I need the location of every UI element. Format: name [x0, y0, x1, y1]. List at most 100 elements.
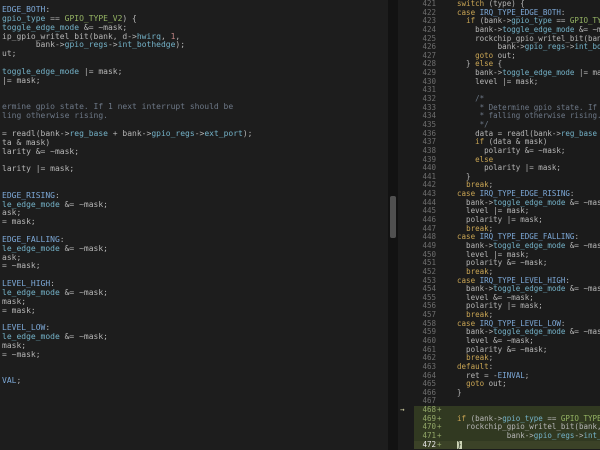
code-token: else	[475, 60, 493, 68]
gutter-spacer	[436, 259, 444, 268]
code-line[interactable]: ermine gpio state. If 1 next interrupt s…	[0, 103, 388, 112]
code-line[interactable]: mask;	[0, 298, 388, 307]
code-line[interactable]: le_edge_mode &= ~mask;	[0, 289, 388, 298]
gutter-spacer	[436, 389, 444, 398]
code-text: break;	[444, 354, 600, 363]
code-text: case IRQ_TYPE_LEVEL_HIGH:	[444, 277, 600, 286]
code-token	[448, 181, 466, 189]
code-line[interactable]	[0, 121, 388, 130]
code-line[interactable]: ling otherwise rising.	[0, 112, 388, 121]
code-token: int_bothedge	[583, 432, 600, 440]
code-token: level |= mask;	[448, 251, 529, 259]
code-line-body: 462 break;	[414, 354, 600, 363]
code-line[interactable]	[0, 395, 388, 404]
code-line[interactable]	[0, 386, 388, 395]
code-line[interactable]: LEVEL_HIGH:	[0, 280, 388, 289]
row-marker	[398, 147, 414, 156]
code-line-body: 437 if (data & mask)	[414, 138, 600, 147]
code-line[interactable]: larity &= ~mask;	[0, 148, 388, 157]
code-line-body: 444 bank->toggle_edge_mode &= ~mask;	[414, 199, 600, 208]
code-text: /*	[444, 95, 600, 104]
code-line[interactable]	[0, 94, 388, 103]
code-line[interactable]: |= mask;	[0, 77, 388, 86]
code-token: }	[448, 173, 471, 181]
code-token: IRQ_TYPE_EDGE_BOTH	[480, 9, 561, 17]
code-line[interactable]: EDGE_BOTH:	[0, 6, 388, 15]
code-line[interactable]: ip_gpio_writel_bit(bank, d->hwirq, 1,	[0, 33, 388, 42]
code-line[interactable]: = mask;	[0, 307, 388, 316]
code-line[interactable]: larity |= mask;	[0, 165, 388, 174]
code-token: );	[243, 130, 253, 138]
gutter-spacer	[436, 78, 444, 87]
code-line[interactable]	[0, 227, 388, 236]
row-marker	[398, 43, 414, 52]
code-text: goto out;	[444, 380, 600, 389]
gutter-spacer	[436, 173, 444, 182]
code-text	[444, 86, 600, 95]
code-line[interactable]: le_edge_mode &= ~mask;	[0, 201, 388, 210]
code-line[interactable]: le_edge_mode &= ~mask;	[0, 333, 388, 342]
code-token: level |= mask;	[448, 78, 538, 86]
code-token: */	[448, 121, 489, 129]
code-line-body: 432 /*	[414, 95, 600, 104]
code-line[interactable]	[0, 156, 388, 165]
row-marker	[398, 363, 414, 372]
code-line[interactable]	[0, 404, 388, 413]
code-token: ret = -	[448, 372, 498, 380]
code-token	[448, 52, 475, 60]
code-text: break;	[444, 225, 600, 234]
code-token: &= ~mask;	[565, 328, 600, 336]
code-line[interactable]: toggle_edge_mode |= mask;	[0, 68, 388, 77]
code-line[interactable]	[0, 271, 388, 280]
code-line[interactable]	[0, 316, 388, 325]
code-line[interactable]: toggle_edge_mode &= ~mask;	[0, 24, 388, 33]
left-code-pane[interactable]: EDGE_BOTH:gpio_type == GPIO_TYPE_V2) {to…	[0, 0, 388, 450]
code-line[interactable]: le_edge_mode &= ~mask;	[0, 245, 388, 254]
code-line[interactable]: bank->gpio_regs->int_bothedge);	[0, 41, 388, 50]
code-line[interactable]	[0, 369, 388, 378]
code-line[interactable]: ask;	[0, 254, 388, 263]
code-line[interactable]: gpio_type == GPIO_TYPE_V2) {	[0, 15, 388, 24]
row-marker	[398, 138, 414, 147]
code-line[interactable]: = ~mask;	[0, 351, 388, 360]
code-line[interactable]: ut;	[0, 50, 388, 59]
code-line[interactable]: = mask;	[0, 218, 388, 227]
code-token: reg_base	[561, 130, 597, 138]
code-line[interactable]	[0, 174, 388, 183]
code-token: toggle_edge_mode	[2, 68, 79, 76]
code-line[interactable]: mask;	[0, 342, 388, 351]
code-line[interactable]: LEVEL_LOW:	[0, 324, 388, 333]
gutter-spacer	[436, 17, 444, 26]
code-token: ta & mask)	[2, 139, 50, 147]
code-line[interactable]	[0, 86, 388, 95]
code-token: &= ~mask;	[60, 289, 108, 297]
code-line[interactable]	[0, 59, 388, 68]
code-token: le_edge_mode	[2, 289, 60, 297]
code-token: ut;	[2, 50, 16, 58]
right-code-pane[interactable]: 421 switch (type) {422 case IRQ_TYPE_EDG…	[398, 0, 600, 450]
code-line-body: 451 polarity &= ~mask;	[414, 259, 600, 268]
code-token: rockchip_gpio_writel_bit(bank, d->	[448, 35, 600, 43]
code-line[interactable]: EDGE_FALLING:	[0, 236, 388, 245]
code-line[interactable]: VAL;	[0, 377, 388, 386]
code-line-body: 450 level |= mask;	[414, 251, 600, 260]
code-token	[448, 9, 457, 17]
code-text: }	[444, 173, 600, 182]
code-line[interactable]: ask;	[0, 209, 388, 218]
code-token: * falling otherwise rising.	[448, 112, 600, 120]
code-token: = ~mask;	[2, 262, 41, 270]
code-token: default	[457, 363, 489, 371]
scrollbar-thumb[interactable]	[390, 196, 396, 238]
code-line[interactable]: = readl(bank->reg_base + bank->gpio_regs…	[0, 130, 388, 139]
code-token: bank->	[448, 432, 534, 440]
code-line-body: 426 bank->gpio_regs->int_bothedge);	[414, 43, 600, 52]
code-line[interactable]: 472+ }	[398, 441, 600, 450]
code-token: :	[60, 236, 65, 244]
code-line[interactable]: = ~mask;	[0, 262, 388, 271]
code-line[interactable]	[0, 183, 388, 192]
gutter-spacer	[436, 95, 444, 104]
code-line[interactable]: EDGE_RISING:	[0, 192, 388, 201]
code-line[interactable]	[0, 360, 388, 369]
code-line[interactable]: ta & mask)	[0, 139, 388, 148]
row-marker	[398, 389, 414, 398]
